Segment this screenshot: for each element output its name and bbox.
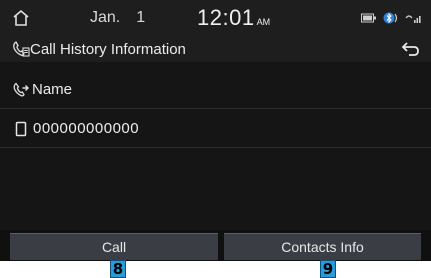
call-button[interactable]: Call [10,233,218,260]
status-icons [361,10,421,26]
phone-number: 000000000000 [33,120,140,137]
status-ampm: AM [256,17,271,27]
callout-marker-call: 8 [110,260,126,278]
callout-marker-contacts: 9 [320,260,336,278]
status-time: 12:01 AM [197,5,270,31]
call-history-icon [12,40,30,58]
back-button[interactable] [399,38,423,60]
home-icon[interactable] [12,9,30,27]
status-time-value: 12:01 [197,5,255,30]
title-bar: Call History Information [0,36,431,62]
status-bar: Jan. 1 12:01 AM [0,0,431,36]
status-date: Jan. 1 [90,9,145,27]
contacts-info-button[interactable]: Contacts Info [224,233,421,260]
page-title: Call History Information [30,41,186,58]
bluetooth-phone-icon [383,11,399,25]
phone-number-row: 000000000000 [0,109,431,148]
details-panel: Name 000000000000 [0,62,431,230]
battery-icon [361,13,377,23]
status-month: Jan. [90,9,121,26]
action-bar: Call Contacts Info [0,230,431,261]
status-day: 1 [136,9,146,26]
back-arrow-icon [401,42,419,56]
outgoing-call-icon [13,82,29,98]
signal-icon [405,12,421,24]
mobile-phone-icon [13,121,29,137]
contact-name-row: Name [0,70,431,109]
call-history-screen: Jan. 1 12:01 AM Call History Information… [0,0,431,261]
contact-name: Name [32,81,73,98]
